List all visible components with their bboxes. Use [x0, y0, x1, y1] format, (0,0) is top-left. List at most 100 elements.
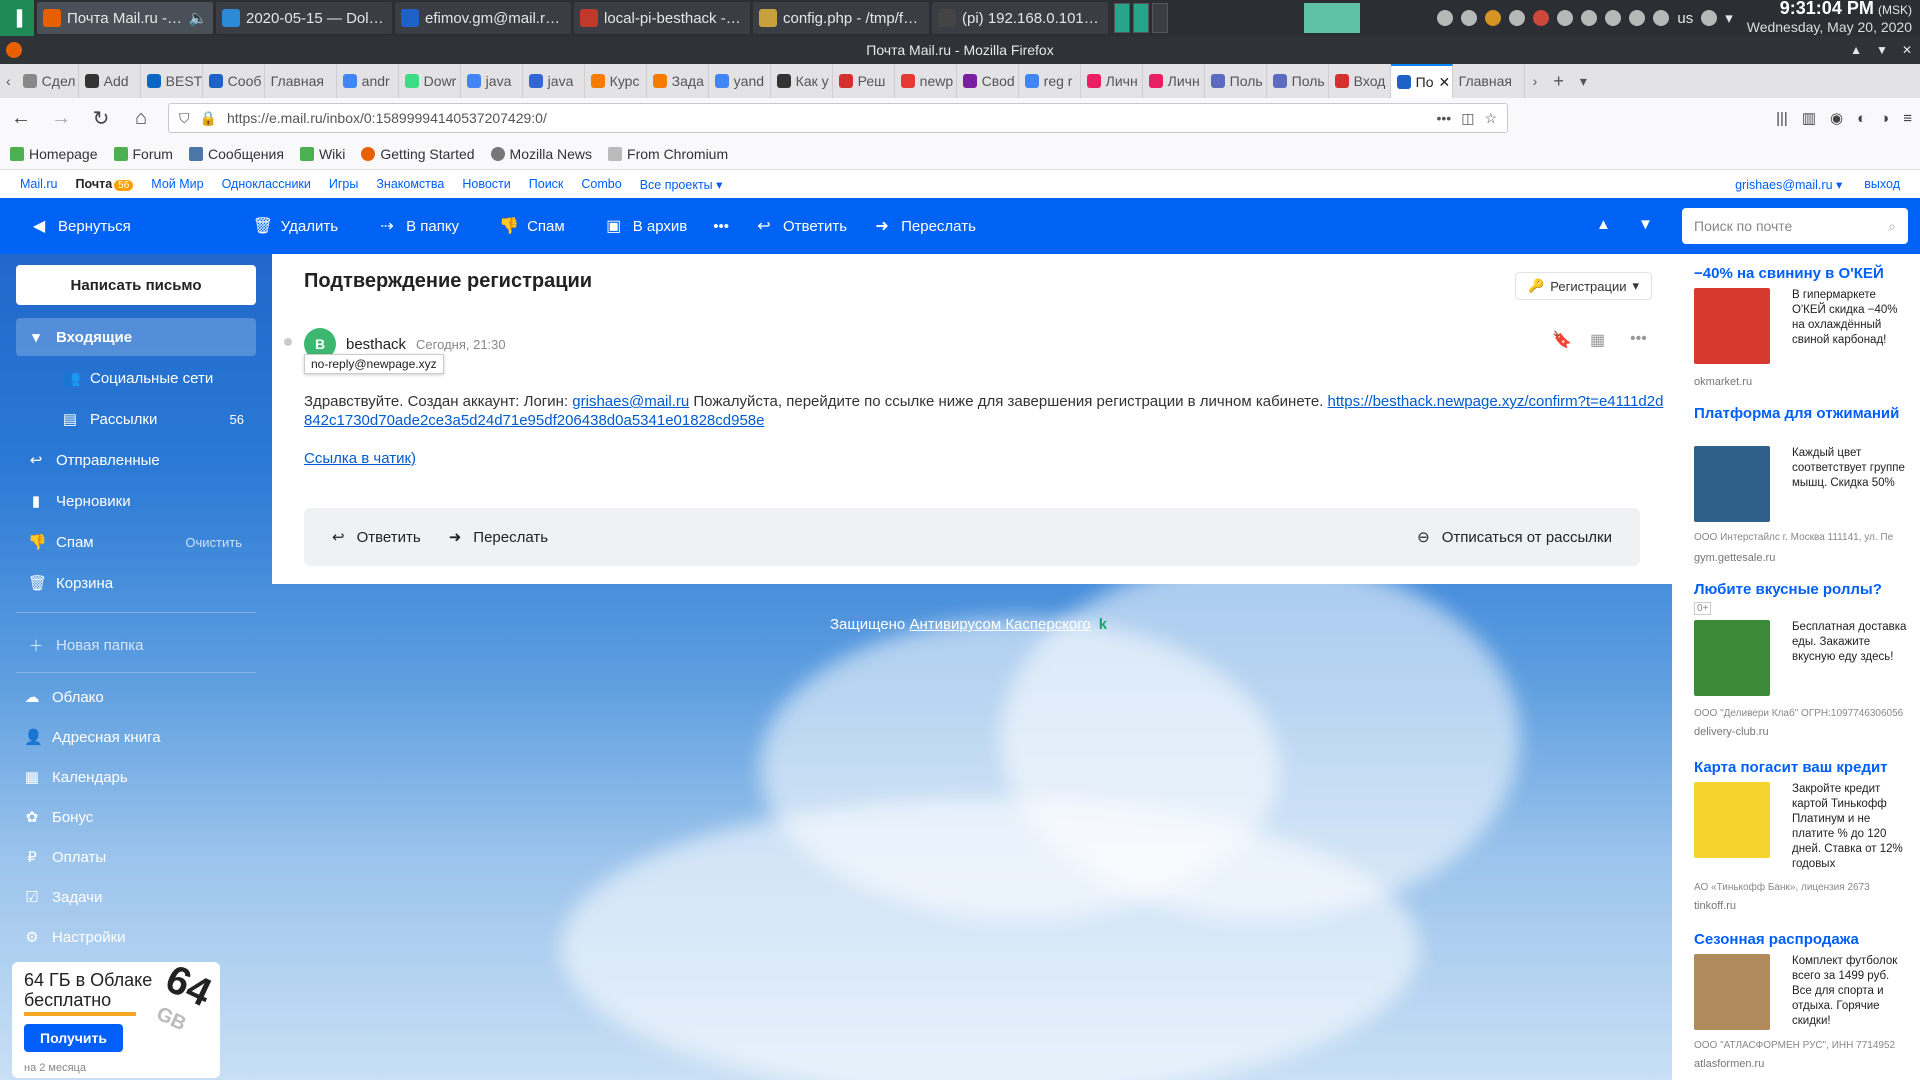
ad-title[interactable]: Платформа для отжиманий — [1694, 404, 1912, 423]
ad-title[interactable]: Сезонная распродажа — [1694, 930, 1912, 949]
browser-tab[interactable]: По ✕ — [1390, 64, 1453, 98]
login-email-link[interactable]: grishaes@mail.ru — [572, 393, 689, 410]
task-item[interactable]: config.php - /tmp/fz3... — [753, 2, 929, 34]
portal-link[interactable]: Combo — [581, 177, 621, 191]
browser-tab[interactable]: Реш — [833, 64, 895, 98]
browser-tab[interactable]: Главная — [265, 64, 337, 98]
page-actions-icon[interactable]: ••• — [1436, 110, 1451, 126]
browser-tab[interactable]: Зада — [647, 64, 709, 98]
chevron-up-icon[interactable]: ▲ — [1850, 36, 1862, 64]
search-input[interactable]: Поиск по почте ⌕ — [1682, 208, 1908, 244]
ad-block[interactable]: −40% на свинину в О'КЕЙ В гипермаркете О… — [1694, 264, 1912, 388]
browser-tab[interactable]: Сдел — [17, 64, 79, 98]
bookmark-star-icon[interactable]: ☆ — [1484, 110, 1497, 127]
bulb-icon[interactable] — [1581, 10, 1598, 26]
browser-tab[interactable]: BEST — [141, 64, 203, 98]
portal-link-all-projects[interactable]: Все проекты ▾ — [640, 177, 723, 192]
portal-link[interactable]: Мой Мир — [151, 177, 203, 191]
chat-link[interactable]: Ссылка в чатик) — [304, 450, 416, 467]
browser-tab[interactable]: Личн — [1081, 64, 1143, 98]
keyboard-layout[interactable]: us — [1677, 10, 1693, 27]
network-icon[interactable] — [1701, 10, 1718, 26]
back-button[interactable]: ◀ Вернуться — [30, 216, 131, 236]
clear-spam-button[interactable]: Очистить — [185, 535, 256, 550]
ad-image[interactable] — [1694, 620, 1770, 696]
promo-get-button[interactable]: Получить — [24, 1024, 123, 1052]
browser-tab[interactable]: Курс — [585, 64, 647, 98]
url-bar[interactable]: ⛉ 🔒 https://e.mail.ru/inbox/0:1589999414… — [168, 103, 1508, 133]
workspace-pager[interactable] — [1114, 3, 1168, 33]
browser-tab[interactable]: Своd — [957, 64, 1019, 98]
sidebar-item-drafts[interactable]: ▮ Черновики — [16, 482, 256, 520]
reply-button[interactable]: ↩ Ответить — [332, 528, 421, 547]
notification-icon[interactable] — [1533, 10, 1550, 26]
sidebar-app-bonus[interactable]: ✿ Бонус — [12, 798, 252, 836]
browser-tab[interactable]: Главная — [1453, 64, 1525, 98]
tabs-scroll-left-icon[interactable]: ‹ — [0, 73, 17, 89]
forward-icon[interactable]: → — [48, 107, 74, 130]
sidebar-item-social[interactable]: 👥 Социальные сети — [16, 359, 256, 397]
reply-button[interactable]: ↩ Ответить — [755, 216, 847, 236]
bookmark-folder-chromium[interactable]: From Chromium — [608, 146, 728, 162]
archive-button[interactable]: ▣ В архив — [605, 216, 687, 236]
browser-tab[interactable]: andr — [337, 64, 399, 98]
browser-tab[interactable]: yand — [709, 64, 771, 98]
extension-icon[interactable]: ◐ — [1857, 110, 1866, 127]
ad-title[interactable]: Любите вкусные роллы? — [1694, 580, 1912, 599]
forward-button[interactable]: ➜ Переслать — [873, 216, 975, 236]
pocket-icon[interactable]: ◫ — [1461, 110, 1474, 127]
status-icon[interactable] — [1461, 10, 1478, 26]
spam-button[interactable]: 👎 Спам — [499, 216, 565, 236]
reload-icon[interactable]: ↻ — [88, 106, 114, 131]
browser-tab[interactable]: Поль — [1205, 64, 1267, 98]
tabs-scroll-right-icon[interactable]: › — [1525, 73, 1546, 89]
sidebar-app-payments[interactable]: ₽ Оплаты — [12, 838, 252, 876]
bookmark-mozilla-news[interactable]: Mozilla News — [490, 146, 592, 162]
more-actions-icon[interactable]: ••• — [1630, 330, 1647, 348]
browser-tab[interactable]: Личн — [1143, 64, 1205, 98]
portal-link[interactable]: Одноклассники — [222, 177, 311, 191]
ad-title[interactable]: −40% на свинину в О'КЕЙ — [1694, 264, 1912, 283]
portal-link-mail[interactable]: Почта 56 — [76, 177, 134, 191]
play-icon[interactable] — [1509, 10, 1526, 26]
close-icon[interactable]: ✕ — [1902, 36, 1912, 64]
delete-button[interactable]: 🗑 Удалить — [253, 216, 338, 236]
bookmark-messages[interactable]: Сообщения — [188, 146, 284, 162]
workspace-3[interactable] — [1152, 3, 1168, 33]
portal-link[interactable]: Новости — [462, 177, 510, 191]
sidebar-item-trash[interactable]: 🗑 Корзина — [16, 564, 256, 602]
bookmark-homepage[interactable]: Homepage — [10, 146, 98, 162]
app-menu-icon[interactable]: ▐ — [0, 0, 34, 36]
alarm-icon[interactable] — [1437, 10, 1454, 26]
browser-tab[interactable]: Add — [79, 64, 141, 98]
ad-title[interactable]: Карта погасит ваш кредит — [1694, 758, 1912, 777]
url-text[interactable]: https://e.mail.ru/inbox/0:15899994140537… — [227, 110, 1427, 126]
unsubscribe-button[interactable]: ⊖ Отписаться от рассылки — [1417, 528, 1612, 547]
ad-block[interactable]: Карта погасит ваш кредит Закройте кредит… — [1694, 758, 1912, 912]
cloud-promo[interactable]: 64 ГБ в Облаке бесплатно Получить на 2 м… — [12, 962, 220, 1078]
browser-tab[interactable]: reg r — [1019, 64, 1081, 98]
sidebar-item-inbox[interactable]: ▾ Входящие — [16, 318, 256, 356]
task-item[interactable]: Почта Mail.ru - ... 🔈 — [37, 2, 213, 34]
account-icon[interactable]: ◉ — [1830, 109, 1843, 127]
previous-letter-icon[interactable]: ▲ — [1596, 216, 1611, 233]
extension-icon[interactable]: ◑ — [1880, 110, 1889, 127]
sidebar-item-newsletters[interactable]: ▤ Рассылки 56 — [16, 400, 256, 438]
sidebar-app-calendar[interactable]: ▦ Календарь — [12, 758, 252, 796]
browser-tab[interactable]: Вход — [1329, 64, 1391, 98]
browser-tab[interactable]: Как у — [771, 64, 833, 98]
battery-icon[interactable] — [1653, 10, 1670, 26]
ad-block[interactable]: Сезонная распродажа Комплект футболок вс… — [1694, 930, 1912, 1070]
tab-list-icon[interactable]: ▾ — [1572, 73, 1595, 90]
workspace-2[interactable] — [1133, 3, 1149, 33]
category-dropdown[interactable]: 🔑 Регистрации ▾ — [1515, 272, 1652, 300]
home-icon[interactable]: ⌂ — [128, 107, 154, 130]
ad-image[interactable] — [1694, 288, 1770, 364]
menu-icon[interactable]: ≡ — [1903, 110, 1912, 127]
bookmark-forum[interactable]: Forum — [113, 146, 173, 162]
bookmark-letter-icon[interactable]: 🔖 — [1552, 330, 1572, 350]
portal-link[interactable]: Игры — [329, 177, 358, 191]
sidebar-item-sent[interactable]: ↩ Отправленные — [16, 441, 256, 479]
calendar-event-icon[interactable]: ▦ — [1590, 330, 1605, 350]
read-status-dot[interactable] — [284, 338, 292, 346]
